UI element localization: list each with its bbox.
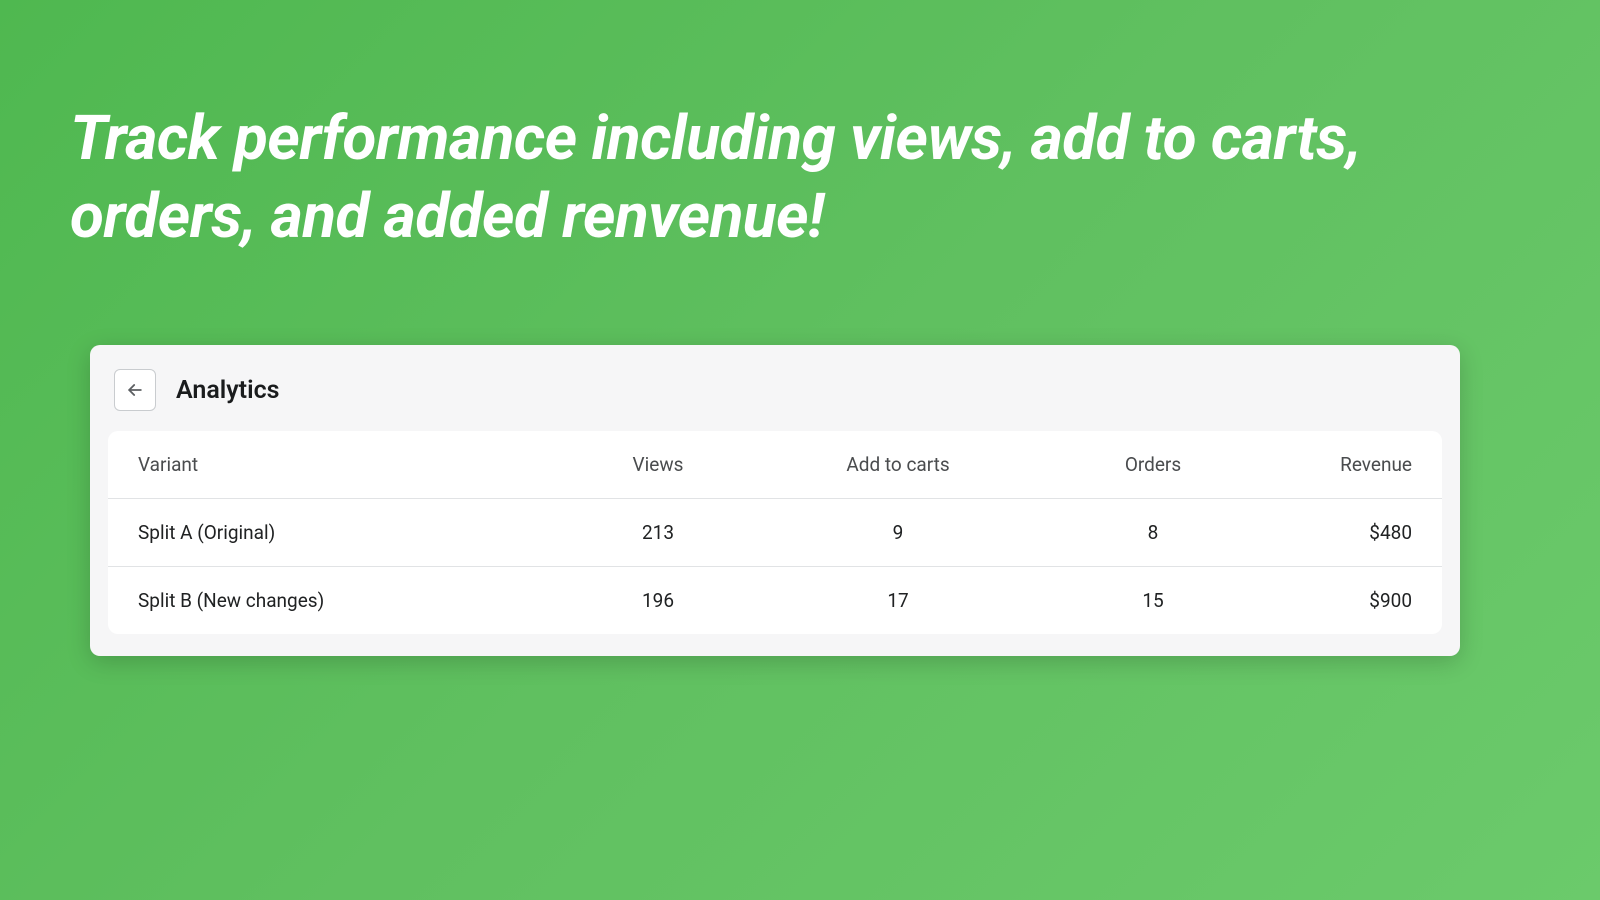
table-row: Split B (New changes) 196 17 15 $900	[108, 567, 1442, 634]
cell-revenue: $480	[1258, 521, 1412, 544]
header-orders: Orders	[1048, 453, 1258, 476]
header-revenue: Revenue	[1258, 453, 1412, 476]
cell-revenue: $900	[1258, 589, 1412, 612]
cell-add-to-carts: 17	[748, 589, 1048, 612]
header-add-to-carts: Add to carts	[748, 453, 1048, 476]
cell-add-to-carts: 9	[748, 521, 1048, 544]
table-header-row: Variant Views Add to carts Orders Revenu…	[108, 431, 1442, 499]
back-button[interactable]	[114, 369, 156, 411]
header-variant: Variant	[138, 453, 568, 476]
cell-variant: Split B (New changes)	[138, 589, 568, 612]
analytics-panel: Analytics Variant Views Add to carts Ord…	[90, 345, 1460, 656]
analytics-table: Variant Views Add to carts Orders Revenu…	[108, 431, 1442, 634]
page-headline: Track performance including views, add t…	[70, 100, 1530, 255]
arrow-left-icon	[125, 380, 145, 400]
panel-header: Analytics	[108, 363, 1442, 431]
cell-views: 196	[568, 589, 748, 612]
cell-orders: 8	[1048, 521, 1258, 544]
table-row: Split A (Original) 213 9 8 $480	[108, 499, 1442, 567]
cell-views: 213	[568, 521, 748, 544]
cell-orders: 15	[1048, 589, 1258, 612]
cell-variant: Split A (Original)	[138, 521, 568, 544]
panel-title: Analytics	[176, 376, 279, 405]
header-views: Views	[568, 453, 748, 476]
